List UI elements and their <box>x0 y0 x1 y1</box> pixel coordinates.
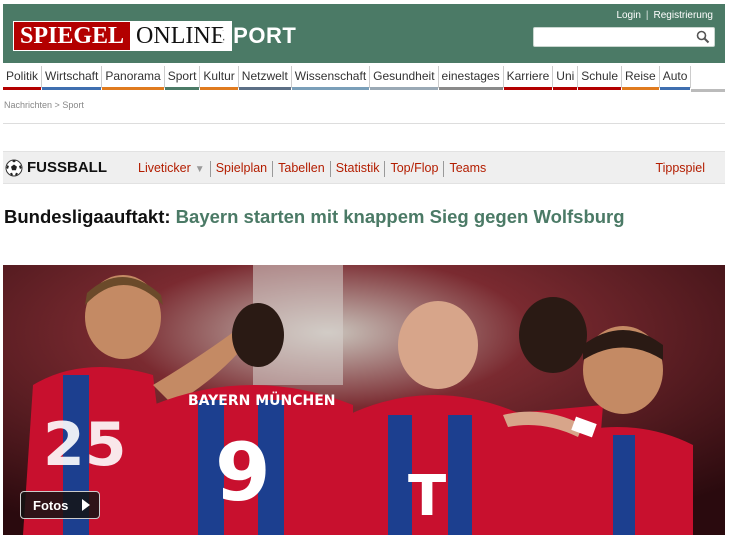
nav-item-auto[interactable]: Auto <box>659 66 692 90</box>
football-icon <box>5 159 23 177</box>
article-headline[interactable]: Bundesligaauftakt: Bayern starten mit kn… <box>4 204 704 230</box>
liveticker-link[interactable]: Liveticker ▼ <box>138 161 210 177</box>
play-icon <box>82 499 91 511</box>
nav-item-sport[interactable]: Sport <box>164 66 201 90</box>
svg-text:BAYERN MÜNCHEN: BAYERN MÜNCHEN <box>188 391 336 409</box>
main-nav: Politik Wirtschaft Panorama Sport Kultur Netz… <box>3 66 725 92</box>
teams-link[interactable]: Teams <box>443 161 491 177</box>
svg-text:25: 25 <box>43 410 127 480</box>
user-links: Login | Registrierung <box>616 10 713 21</box>
fussball-links: Liveticker ▼ Spielplan Tabellen Statistik… <box>138 161 491 177</box>
divider <box>3 123 725 124</box>
nav-item-wirtschaft[interactable]: Wirtschaft <box>42 66 103 90</box>
nav-item-wissenschaft[interactable]: Wissenschaft <box>291 66 371 90</box>
nav-item-uni[interactable]: Uni <box>553 66 579 90</box>
nav-filler <box>691 66 725 92</box>
headline-kicker: Bundesligaauftakt: <box>4 206 171 227</box>
nav-item-politik[interactable]: Politik <box>3 66 43 90</box>
dropdown-arrow-icon[interactable]: ▼ <box>195 164 205 175</box>
logo-spiegel-text: SPIEGEL <box>14 22 131 50</box>
tabellen-link[interactable]: Tabellen <box>272 161 330 177</box>
spielplan-link[interactable]: Spielplan <box>209 161 272 177</box>
nav-item-reise[interactable]: Reise <box>622 66 660 90</box>
breadcrumb-current[interactable]: Sport <box>62 100 84 110</box>
spiegel-online-logo[interactable]: SPIEGEL ONLINE <box>13 21 233 51</box>
svg-text:9: 9 <box>215 426 271 519</box>
fussball-subnav: FUSSBALL Liveticker ▼ Spielplan Tabellen … <box>3 151 725 184</box>
nav-item-schule[interactable]: Schule <box>578 66 622 90</box>
bayern-players-image: 25 BAYERN MÜNCHEN 9 T <box>3 265 725 535</box>
fotos-label: Fotos <box>33 497 69 513</box>
logo-online-text: ONLINE <box>130 22 232 50</box>
breadcrumb-home[interactable]: Nachrichten <box>4 100 52 110</box>
nav-item-netzwelt[interactable]: Netzwelt <box>238 66 292 90</box>
statistik-link[interactable]: Statistik <box>329 161 385 177</box>
topflop-link[interactable]: Top/Flop <box>384 161 443 177</box>
site-header: SPIEGEL ONLINE SPORT Login | Registrieru… <box>3 4 725 63</box>
svg-text:T: T <box>408 464 446 529</box>
link-separator: | <box>645 10 649 21</box>
login-link[interactable]: Login <box>616 10 640 21</box>
nav-item-panorama[interactable]: Panorama <box>102 66 165 90</box>
nav-item-karriere[interactable]: Karriere <box>503 66 554 90</box>
search-icon[interactable] <box>696 30 710 44</box>
section-title[interactable]: SPORT <box>218 23 296 49</box>
article-photo[interactable]: 25 BAYERN MÜNCHEN 9 T Fotos <box>3 265 725 535</box>
headline-title: Bayern starten mit knappem Sieg gegen Wo… <box>175 206 625 227</box>
breadcrumb: Nachrichten > Sport <box>4 100 84 110</box>
fussball-title[interactable]: FUSSBALL <box>27 159 107 176</box>
tippspiel-link[interactable]: Tippspiel <box>655 161 705 175</box>
nav-item-einestages[interactable]: einestages <box>438 66 504 90</box>
breadcrumb-separator: > <box>54 100 60 110</box>
liveticker-label: Liveticker <box>138 161 191 175</box>
search-input[interactable] <box>533 27 715 47</box>
register-link[interactable]: Registrierung <box>654 10 713 21</box>
nav-item-gesundheit[interactable]: Gesundheit <box>370 66 439 90</box>
nav-item-kultur[interactable]: Kultur <box>200 66 239 90</box>
fotos-button[interactable]: Fotos <box>20 491 100 519</box>
